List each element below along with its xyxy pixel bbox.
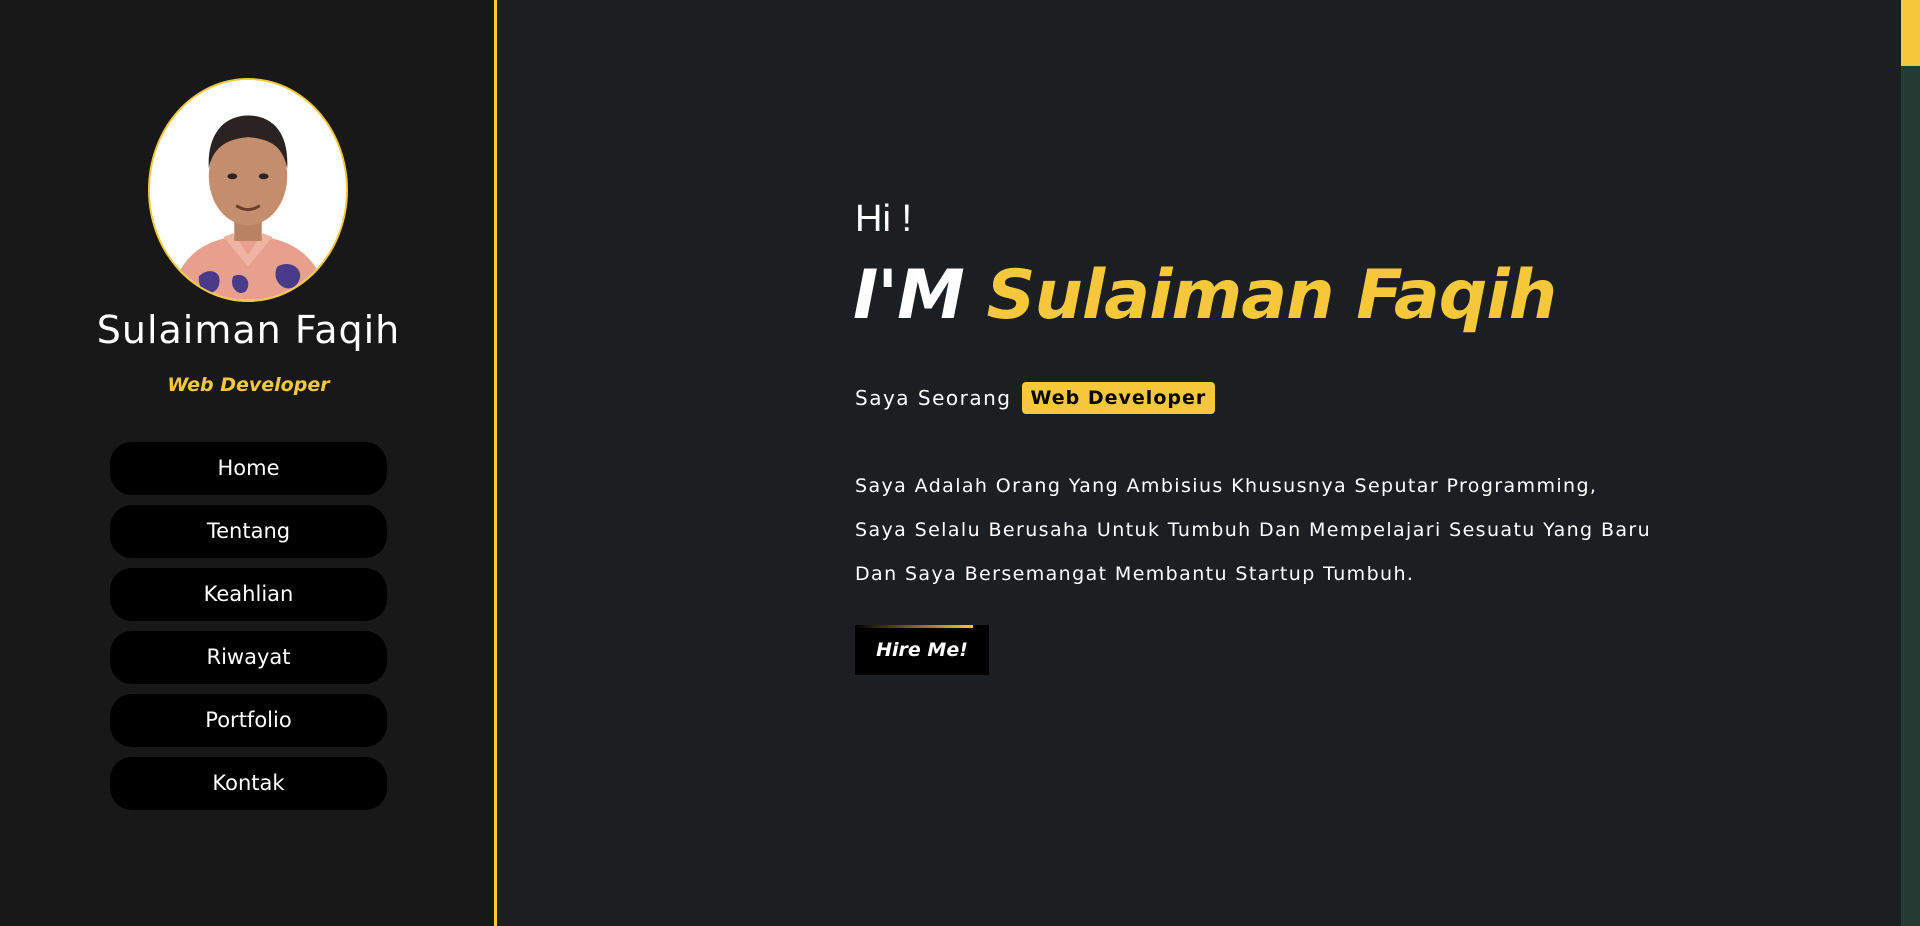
- profile-name: Sulaiman Faqih: [96, 308, 401, 352]
- nav-item-riwayat[interactable]: Riwayat: [110, 631, 387, 684]
- profile-role: Web Developer: [167, 374, 330, 396]
- hero-name: Sulaiman Faqih: [986, 256, 1557, 335]
- hero-greeting: Hi !: [855, 198, 912, 240]
- nav-item-tentang[interactable]: Tentang: [110, 505, 387, 558]
- hero-intro: Saya Seorang Web Developer: [855, 382, 1216, 414]
- main-content: [500, 0, 1901, 926]
- hero-description: Saya Adalah Orang Yang Ambisius Khususny…: [855, 464, 1755, 596]
- intro-prefix: Saya Seorang: [855, 386, 1012, 410]
- scrollbar[interactable]: [1901, 0, 1920, 926]
- nav-item-portfolio[interactable]: Portfolio: [110, 694, 387, 747]
- description-line: Saya Adalah Orang Yang Ambisius Khususny…: [855, 475, 1598, 497]
- hire-me-button[interactable]: Hire Me!: [855, 625, 989, 675]
- hero-im: I'M: [853, 256, 965, 335]
- sidebar-nav: Home Tentang Keahlian Riwayat Portfolio …: [110, 442, 387, 820]
- description-line: Dan Saya Bersemangat Membantu Startup Tu…: [855, 563, 1415, 585]
- nav-item-home[interactable]: Home: [110, 442, 387, 495]
- avatar: [148, 78, 348, 302]
- scrollbar-thumb[interactable]: [1901, 0, 1920, 66]
- hire-me-label: Hire Me!: [876, 639, 968, 661]
- profile-photo-icon: [150, 80, 346, 300]
- button-accent-line: [855, 625, 973, 628]
- nav-item-keahlian[interactable]: Keahlian: [110, 568, 387, 621]
- role-badge: Web Developer: [1021, 382, 1216, 414]
- description-line: Saya Selalu Berusaha Untuk Tumbuh Dan Me…: [855, 519, 1652, 541]
- sidebar: Sulaiman Faqih Web Developer Home Tentan…: [0, 0, 497, 926]
- hero-headline: I'M Sulaiman Faqih: [853, 256, 1557, 335]
- nav-item-kontak[interactable]: Kontak: [110, 757, 387, 810]
